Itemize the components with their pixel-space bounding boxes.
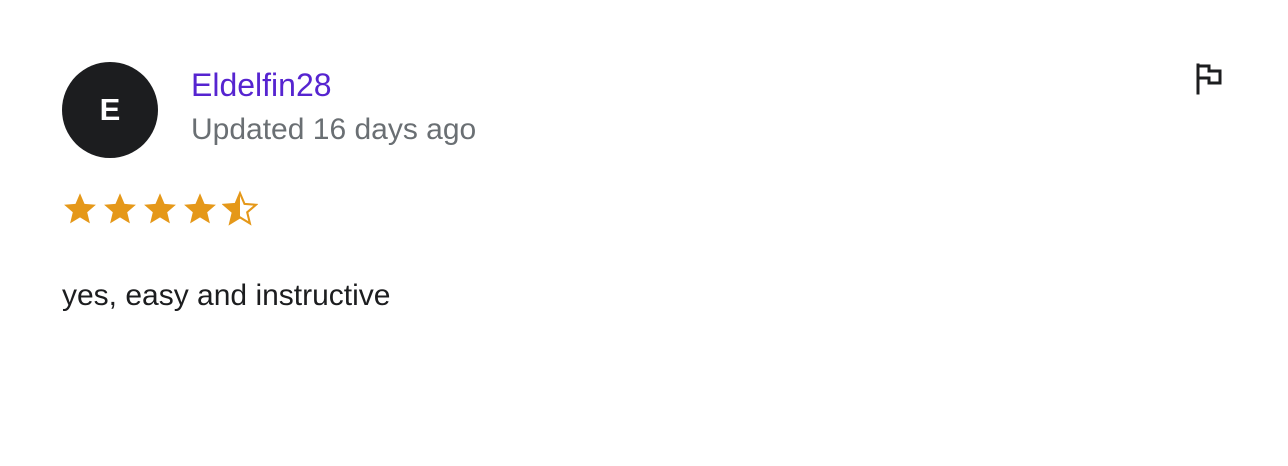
avatar: E <box>62 62 158 158</box>
review-card: E Eldelfin28 Updated 16 days ago yes, ea… <box>0 0 1288 466</box>
star-rating <box>62 190 258 228</box>
avatar-initial: E <box>99 92 121 127</box>
star-full-icon <box>104 193 136 224</box>
report-flag-button[interactable] <box>1190 60 1228 98</box>
review-comment: yes, easy and instructive <box>62 279 391 312</box>
star-full-icon <box>144 193 176 224</box>
star-full-icon <box>64 193 96 224</box>
author-name-link[interactable]: Eldelfin28 <box>191 65 332 105</box>
flag-icon <box>1196 63 1222 95</box>
star-half-icon <box>222 190 258 226</box>
star-full-icon <box>184 193 216 224</box>
updated-timestamp: Updated 16 days ago <box>191 113 477 146</box>
